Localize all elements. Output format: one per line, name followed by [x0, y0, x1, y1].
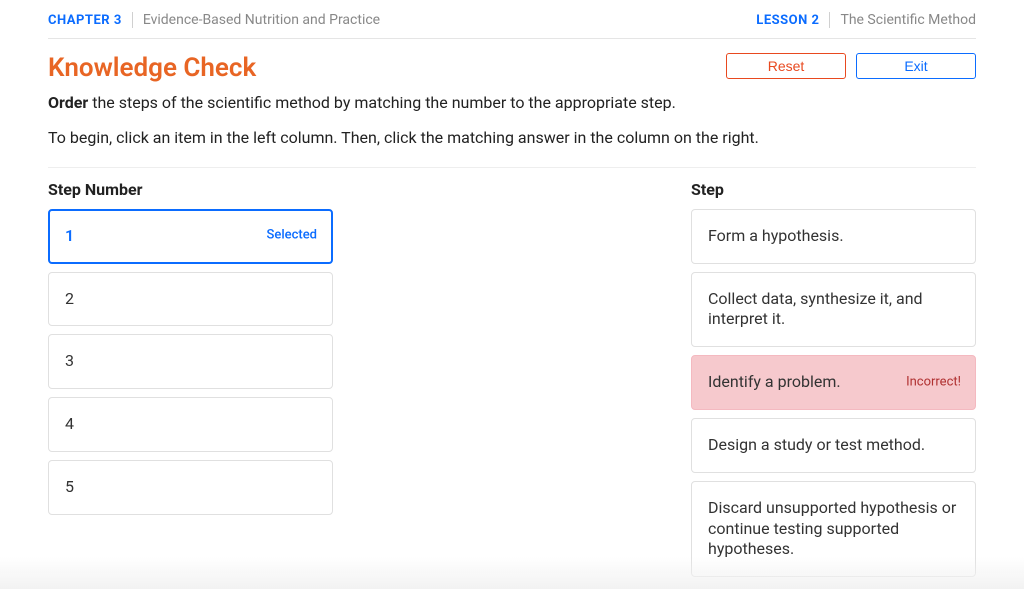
selected-tag: Selected	[266, 228, 317, 245]
page-header: CHAPTER 3 Evidence-Based Nutrition and P…	[48, 0, 976, 39]
section-divider	[48, 167, 976, 168]
instructions-text: To begin, click an item in the left colu…	[48, 128, 976, 147]
breadcrumb-left: CHAPTER 3 Evidence-Based Nutrition and P…	[48, 12, 380, 28]
step-description-choice[interactable]: Discard unsupported hypothesis or contin…	[691, 481, 976, 577]
right-column: Step Form a hypothesis. Collect data, sy…	[691, 180, 976, 585]
choice-label: Form a hypothesis.	[708, 226, 844, 245]
matching-columns: Step Number 1 Selected 2 3 4 5 Step Form…	[48, 180, 976, 585]
choice-label: 1	[65, 226, 74, 245]
lesson-label: LESSON 2	[756, 13, 819, 28]
incorrect-tag: Incorrect!	[906, 374, 961, 391]
step-number-choice[interactable]: 3	[48, 334, 333, 389]
choice-label: Identify a problem.	[708, 372, 841, 391]
page-title: Knowledge Check	[48, 53, 256, 83]
right-column-header: Step	[691, 180, 976, 199]
step-description-choice[interactable]: Design a study or test method.	[691, 418, 976, 473]
reset-button[interactable]: Reset	[726, 53, 846, 79]
prompt-rest: the steps of the scientific method by ma…	[88, 93, 676, 112]
choice-label: Design a study or test method.	[708, 435, 925, 454]
step-number-choice[interactable]: 5	[48, 460, 333, 515]
step-description-choice[interactable]: Form a hypothesis.	[691, 209, 976, 264]
chapter-title: Evidence-Based Nutrition and Practice	[143, 12, 380, 28]
breadcrumb-separator	[132, 12, 133, 28]
breadcrumb-right: LESSON 2 The Scientific Method	[756, 12, 976, 28]
step-number-choice[interactable]: 4	[48, 397, 333, 452]
question-prompt: Order the steps of the scientific method…	[48, 93, 976, 114]
step-number-choice[interactable]: 2	[48, 272, 333, 327]
breadcrumb-separator	[829, 12, 830, 28]
left-column: Step Number 1 Selected 2 3 4 5	[48, 180, 333, 585]
choice-label: Discard unsupported hypothesis or contin…	[708, 498, 956, 559]
step-description-choice[interactable]: Identify a problem. Incorrect!	[691, 355, 976, 410]
lesson-title: The Scientific Method	[840, 12, 976, 28]
choice-label: 2	[65, 289, 74, 308]
action-buttons: Reset Exit	[726, 53, 976, 79]
title-bar: Knowledge Check Reset Exit	[48, 39, 976, 83]
chapter-label: CHAPTER 3	[48, 13, 122, 28]
choice-label: 3	[65, 351, 74, 370]
step-description-choice[interactable]: Collect data, synthesize it, and interpr…	[691, 272, 976, 348]
choice-label: 5	[65, 477, 74, 496]
exit-button[interactable]: Exit	[856, 53, 976, 79]
prompt-bold: Order	[48, 93, 88, 112]
step-number-choice[interactable]: 1 Selected	[48, 209, 333, 264]
choice-label: Collect data, synthesize it, and interpr…	[708, 289, 923, 329]
choice-label: 4	[65, 414, 74, 433]
left-column-header: Step Number	[48, 180, 333, 199]
